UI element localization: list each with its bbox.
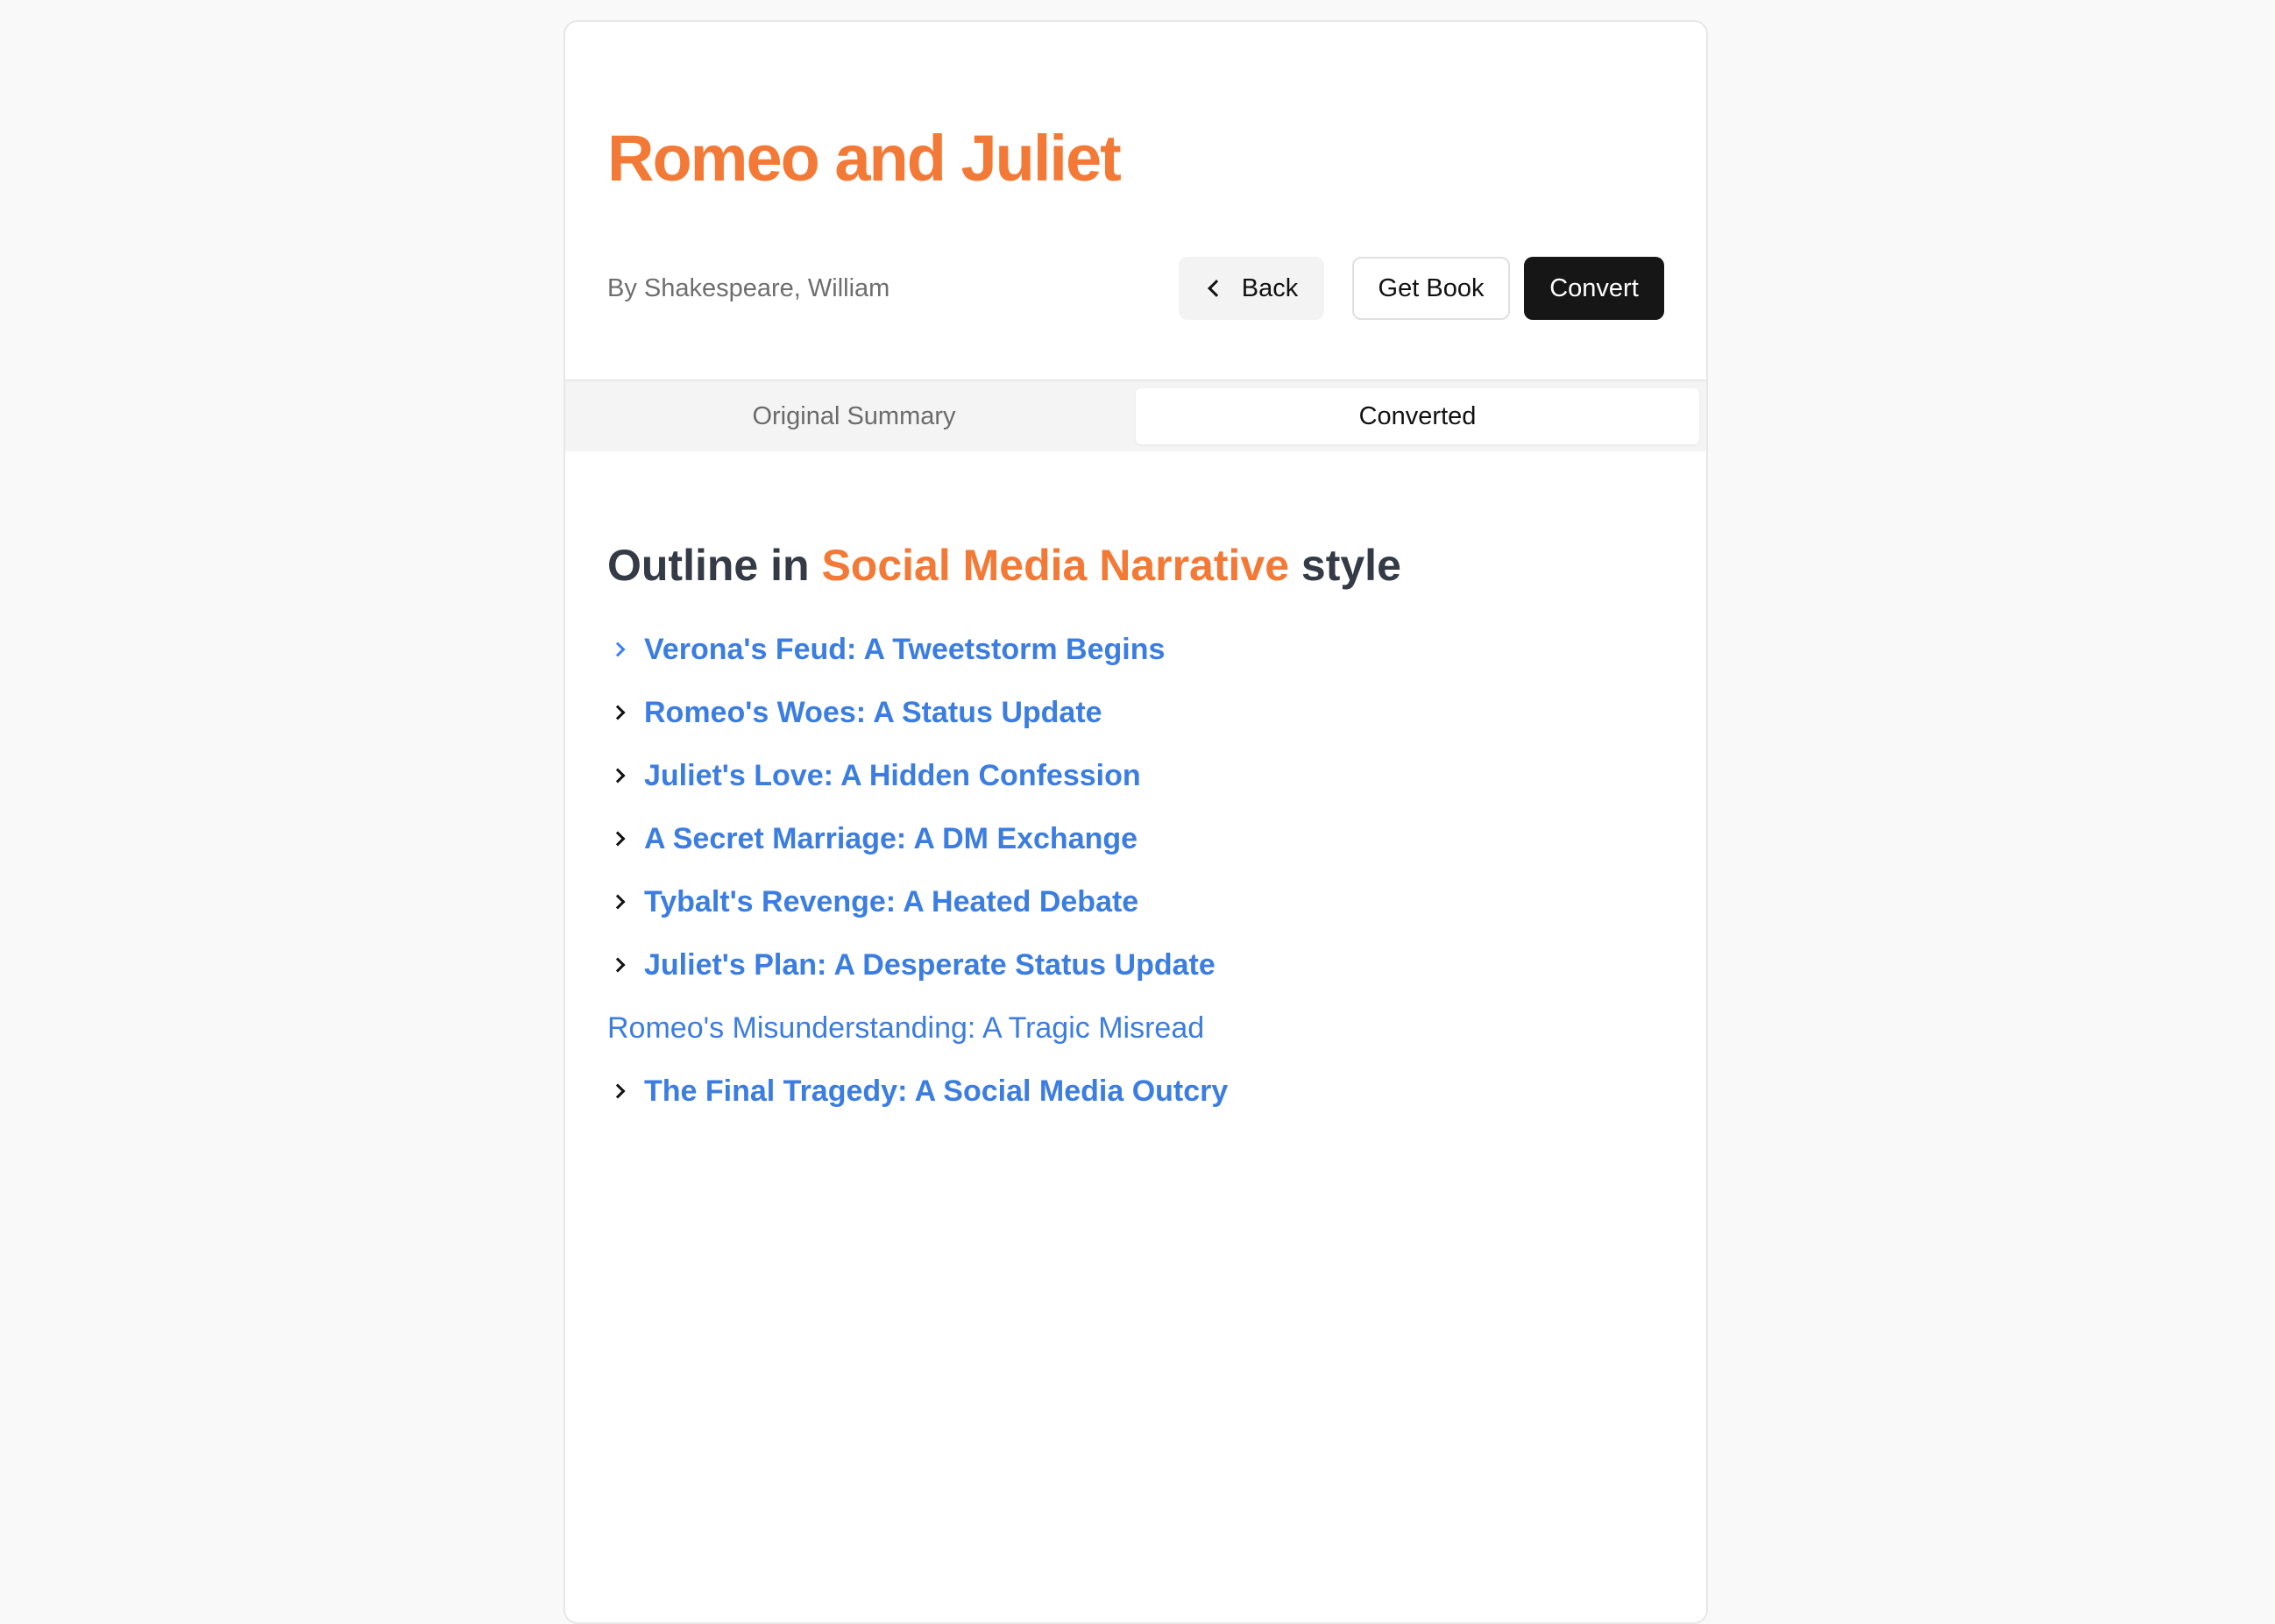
outline-item-label[interactable]: Juliet's Love: A Hidden Confession <box>644 759 1141 793</box>
chevron-right-icon <box>610 957 626 973</box>
outline-item-plain[interactable]: Romeo's Misunderstanding: A Tragic Misre… <box>607 996 1664 1060</box>
tab-converted[interactable]: Converted <box>1136 388 1699 444</box>
chevron-right-icon <box>610 642 626 657</box>
meta-row: By Shakespeare, William Back Get Book Co… <box>607 257 1664 320</box>
book-title: Romeo and Juliet <box>607 122 1122 195</box>
outline-item-label[interactable]: Romeo's Woes: A Status Update <box>644 696 1102 730</box>
outline-item[interactable]: The Final Tragedy: A Social Media Outcry <box>607 1060 1664 1123</box>
chevron-right-icon <box>610 1083 626 1099</box>
outline-item[interactable]: Tybalt's Revenge: A Heated Debate <box>607 870 1664 933</box>
chevron-left-icon <box>1207 280 1225 297</box>
outline-section: Outline in Social Media Narrative style … <box>607 539 1664 1123</box>
book-card: Romeo and Juliet By Shakespeare, William… <box>563 20 1708 1624</box>
outline-heading-prefix: Outline in <box>607 541 822 590</box>
outline-item[interactable]: Juliet's Love: A Hidden Confession <box>607 744 1664 807</box>
outline-item-label[interactable]: A Secret Marriage: A DM Exchange <box>644 822 1138 856</box>
chevron-right-icon <box>610 768 626 784</box>
outline-item-label[interactable]: Romeo's Misunderstanding: A Tragic Misre… <box>607 1011 1204 1046</box>
outline-item-label[interactable]: The Final Tragedy: A Social Media Outcry <box>644 1074 1228 1109</box>
convert-button[interactable]: Convert <box>1524 257 1664 320</box>
chevron-right-icon <box>610 831 626 847</box>
outline-list: Verona's Feud: A Tweetstorm Begins Romeo… <box>607 618 1664 1123</box>
outline-item[interactable]: Romeo's Woes: A Status Update <box>607 681 1664 744</box>
back-button[interactable]: Back <box>1179 257 1324 320</box>
chevron-right-icon <box>610 705 626 720</box>
outline-item-label[interactable]: Tybalt's Revenge: A Heated Debate <box>644 885 1138 919</box>
outline-item-label[interactable]: Verona's Feud: A Tweetstorm Begins <box>644 633 1165 667</box>
back-button-label: Back <box>1241 273 1299 302</box>
tab-original-summary[interactable]: Original Summary <box>572 388 1136 444</box>
outline-heading: Outline in Social Media Narrative style <box>607 539 1664 592</box>
outline-item[interactable]: Juliet's Plan: A Desperate Status Update <box>607 933 1664 996</box>
book-author: By Shakespeare, William <box>607 273 890 302</box>
view-tabs: Original Summary Converted <box>565 379 1706 451</box>
outline-heading-suffix: style <box>1289 541 1401 590</box>
get-book-button[interactable]: Get Book <box>1352 257 1510 320</box>
outline-style-name: Social Media Narrative <box>821 541 1290 590</box>
outline-item[interactable]: A Secret Marriage: A DM Exchange <box>607 807 1664 870</box>
outline-item[interactable]: Verona's Feud: A Tweetstorm Begins <box>607 618 1664 681</box>
chevron-right-icon <box>610 894 626 910</box>
outline-item-label[interactable]: Juliet's Plan: A Desperate Status Update <box>644 948 1215 982</box>
